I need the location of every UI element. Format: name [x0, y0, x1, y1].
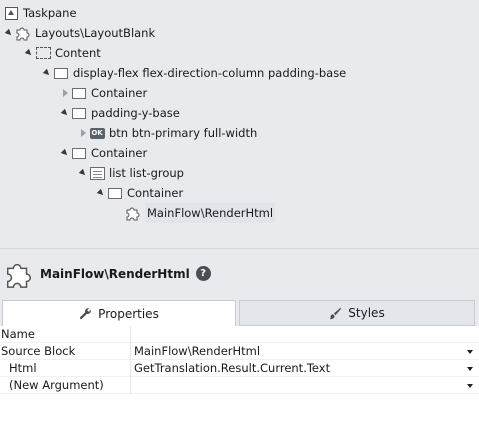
container-icon	[71, 105, 87, 121]
tree-node-flex-container[interactable]: display-flex flex-direction-column paddi…	[41, 63, 346, 83]
wrench-icon	[79, 307, 92, 320]
property-name: Html	[0, 359, 131, 377]
puzzle-icon	[15, 25, 31, 41]
property-value-select[interactable]: MainFlow\RenderHtml	[131, 343, 479, 360]
puzzle-icon	[125, 205, 141, 221]
properties-grid: Name Source Block MainFlow\RenderHtml Ht…	[0, 325, 479, 394]
properties-header: MainFlow\RenderHtml ?	[0, 248, 479, 298]
tree-node-label: display-flex flex-direction-column paddi…	[73, 66, 347, 80]
tab-bar: Properties Styles	[0, 298, 479, 326]
expand-arrow-icon[interactable]	[59, 103, 71, 123]
tree-node-label: Taskpane	[23, 6, 77, 20]
tree-node-label: padding-y-base	[91, 106, 180, 120]
property-value: MainFlow\RenderHtml	[134, 343, 261, 358]
tree-node-render-html[interactable]: MainFlow\RenderHtml	[125, 203, 276, 223]
tab-properties[interactable]: Properties	[2, 300, 236, 326]
tree-node-container[interactable]: Container	[95, 183, 183, 203]
tree-node-label: Content	[55, 46, 101, 60]
tree-node-list[interactable]: list list-group	[77, 163, 184, 183]
property-row-new-argument[interactable]: (New Argument)	[0, 376, 479, 394]
tab-styles[interactable]: Styles	[239, 300, 475, 326]
property-row-html[interactable]: Html GetTranslation.Result.Current.Text	[0, 359, 479, 377]
container-icon	[53, 65, 69, 81]
button-icon: OK	[89, 127, 105, 139]
dropdown-arrow-icon[interactable]	[467, 349, 473, 354]
help-icon[interactable]: ?	[195, 266, 211, 281]
property-row-source-block[interactable]: Source Block MainFlow\RenderHtml	[0, 342, 479, 360]
puzzle-icon	[4, 259, 34, 289]
expand-arrow-icon[interactable]	[23, 43, 35, 63]
tree-node-taskpane[interactable]: Taskpane	[3, 3, 77, 23]
property-value-input[interactable]	[131, 326, 479, 343]
brush-icon	[329, 307, 342, 320]
tree-node-button[interactable]: OK btn btn-primary full-width	[77, 123, 257, 143]
tree-node-label: Container	[91, 86, 148, 100]
tree-node-layout[interactable]: Layouts\LayoutBlank	[3, 23, 155, 43]
collapsed-arrow-icon[interactable]	[77, 123, 89, 143]
tree-node-label: Layouts\LayoutBlank	[35, 26, 156, 40]
property-row-name[interactable]: Name	[0, 325, 479, 343]
widget-tree: Taskpane Layouts\LayoutBlank Content dis…	[0, 0, 479, 248]
taskpane-icon	[3, 5, 19, 21]
list-icon	[89, 165, 105, 181]
property-name: Name	[0, 325, 131, 343]
expand-arrow-icon[interactable]	[3, 23, 15, 43]
property-value: GetTranslation.Result.Current.Text	[134, 360, 331, 375]
container-icon	[107, 185, 123, 201]
property-value-select[interactable]: GetTranslation.Result.Current.Text	[131, 360, 479, 377]
collapsed-arrow-icon[interactable]	[59, 83, 71, 103]
tree-node-label: Container	[127, 186, 184, 200]
expand-arrow-icon[interactable]	[95, 183, 107, 203]
tree-node-label: btn btn-primary full-width	[109, 126, 258, 140]
expand-arrow-icon[interactable]	[41, 63, 53, 83]
tree-node-container[interactable]: Container	[59, 83, 147, 103]
placeholder-icon	[35, 45, 51, 61]
property-name: Source Block	[0, 342, 131, 360]
dropdown-arrow-icon[interactable]	[467, 383, 473, 388]
tree-node-container[interactable]: Container	[59, 143, 147, 163]
tab-label: Properties	[98, 306, 159, 321]
selected-widget-title: MainFlow\RenderHtml	[40, 266, 190, 281]
tree-node-label: Container	[91, 146, 148, 160]
tab-label: Styles	[348, 306, 385, 320]
expand-arrow-icon[interactable]	[77, 163, 89, 183]
tree-node-padding-container[interactable]: padding-y-base	[59, 103, 180, 123]
tree-node-label: list list-group	[109, 166, 184, 180]
expand-arrow-icon[interactable]	[59, 143, 71, 163]
container-icon	[71, 145, 87, 161]
dropdown-arrow-icon[interactable]	[467, 366, 473, 371]
property-value-select[interactable]	[131, 377, 479, 394]
property-name: (New Argument)	[0, 376, 131, 394]
tree-node-label: MainFlow\RenderHtml	[145, 203, 276, 223]
tree-node-content[interactable]: Content	[23, 43, 101, 63]
container-icon	[71, 85, 87, 101]
